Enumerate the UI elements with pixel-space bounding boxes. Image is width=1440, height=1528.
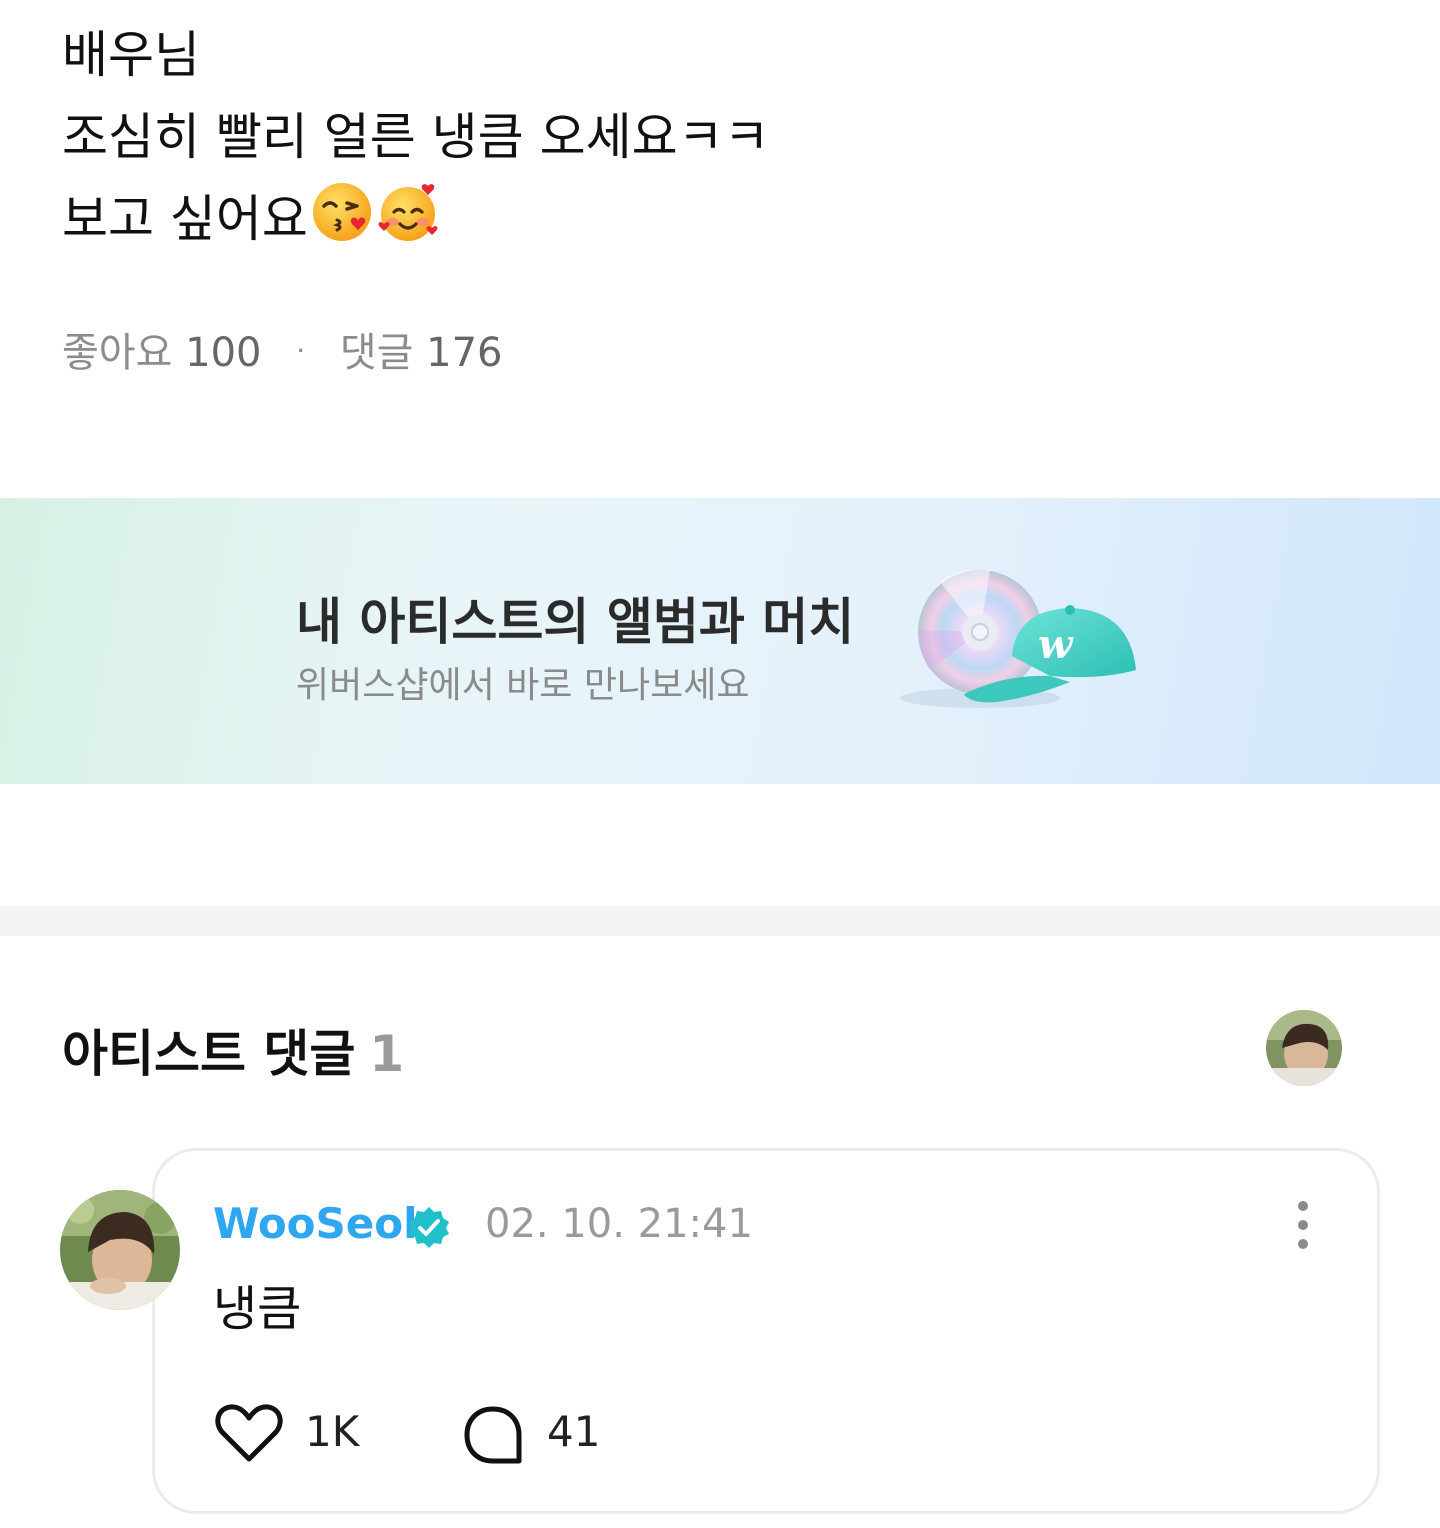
banner-title: 내 아티스트의 앨범과 머치 xyxy=(296,593,855,651)
comment-timestamp: 02. 10. 21:41 xyxy=(485,1201,753,1247)
section-divider xyxy=(0,906,1440,936)
artist-comments-title: 아티스트 댓글 xyxy=(62,1025,356,1083)
comment-like-count: 1K xyxy=(305,1407,360,1456)
heart-icon[interactable] xyxy=(213,1401,285,1465)
stats-separator: · xyxy=(296,334,306,367)
artist-comments-heading: 아티스트 댓글 1 xyxy=(62,1014,404,1086)
album-merch-illustration: w xyxy=(900,570,1136,708)
artist-comment-card[interactable]: WooSeok 02. 10. 21:41 냉큼 1K 41 xyxy=(152,1148,1380,1514)
artist-avatar[interactable] xyxy=(1266,1010,1342,1086)
likes-label: 좋아요 xyxy=(62,330,173,376)
artist-photo-icon xyxy=(1266,1010,1342,1086)
post-line-3: 보고 싶어요 xyxy=(62,178,770,260)
post-line-2: 조심히 빨리 얼른 냉큼 오세요ㅋㅋ xyxy=(62,108,770,166)
commenter-avatar[interactable] xyxy=(60,1190,180,1310)
more-options-icon[interactable] xyxy=(1283,1197,1323,1253)
verified-badge-icon xyxy=(409,1207,449,1248)
comments-label: 댓글 xyxy=(339,330,414,376)
post-content: 배우님 조심히 빨리 얼른 냉큼 오세요ㅋㅋ 보고 싶어요 xyxy=(62,14,770,260)
shop-banner[interactable]: 내 아티스트의 앨범과 머치 위버스샵에서 바로 만나보세요 w xyxy=(0,498,1440,784)
comments-count[interactable]: 176 xyxy=(426,330,502,376)
comment-reply-count: 41 xyxy=(547,1407,601,1456)
comment-author[interactable]: WooSeok xyxy=(213,1199,431,1248)
likes-count[interactable]: 100 xyxy=(185,330,261,376)
smiling-face-hearts-icon xyxy=(378,184,438,241)
post-line-1: 배우님 xyxy=(62,26,200,84)
svg-text:w: w xyxy=(1038,621,1074,668)
commenter-photo-icon xyxy=(60,1190,180,1310)
reply-bubble-icon[interactable] xyxy=(461,1403,525,1467)
post-stats: 좋아요 100 · 댓글 176 xyxy=(62,320,503,378)
artist-comments-count: 1 xyxy=(369,1025,405,1083)
post-line-3-text: 보고 싶어요 xyxy=(62,190,308,248)
kissing-face-heart-icon xyxy=(312,183,371,241)
comment-text: 냉큼 xyxy=(213,1281,302,1337)
banner-subtitle: 위버스샵에서 바로 만나보세요 xyxy=(296,665,750,706)
